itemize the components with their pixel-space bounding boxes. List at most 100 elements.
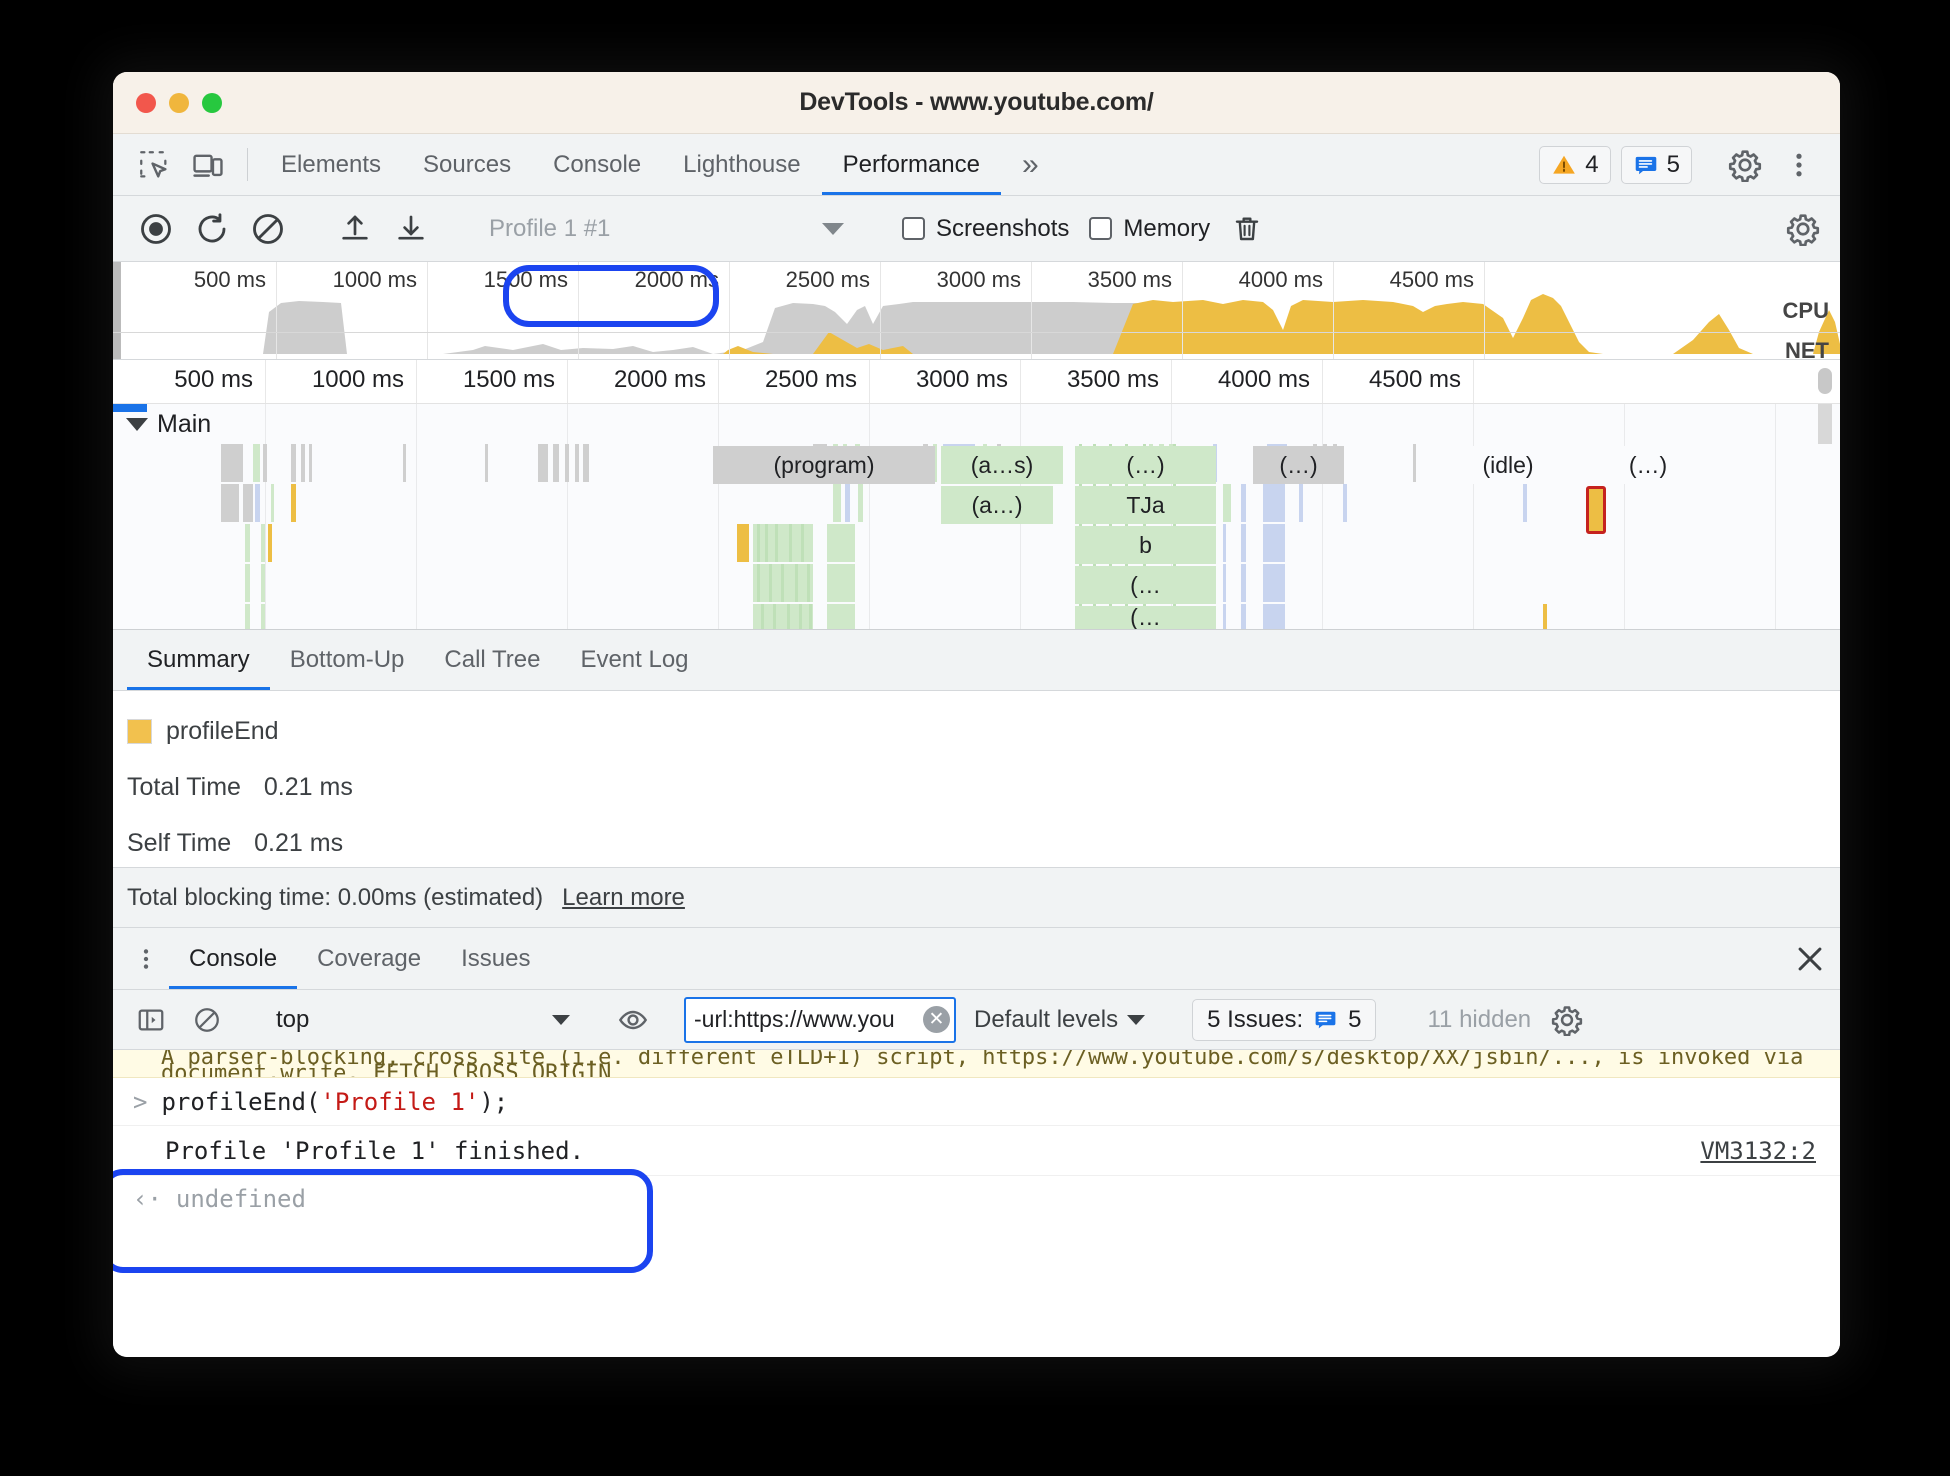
- capture-settings-gear-icon[interactable]: [1776, 202, 1830, 256]
- summary-row-self-time: Self Time 0.21 ms: [127, 829, 1840, 858]
- overview-tick-3: 2000 ms: [634, 267, 719, 292]
- ruler-tick-1: 1000 ms: [311, 366, 404, 393]
- flame-event-label: (…): [1279, 451, 1318, 478]
- issues-pill[interactable]: 5 Issues: 5: [1192, 998, 1377, 1041]
- flame-event[interactable]: (a…s): [941, 446, 1063, 484]
- log-levels-select[interactable]: Default levels: [974, 1005, 1146, 1034]
- flame-event-label: (program): [773, 451, 875, 478]
- reload-record-icon[interactable]: [185, 202, 239, 256]
- flamechart-group-main[interactable]: Main: [113, 404, 211, 444]
- tab-call-tree[interactable]: Call Tree: [424, 630, 560, 690]
- drawer-tab-console[interactable]: Console: [169, 928, 298, 989]
- tab-elements[interactable]: Elements: [260, 134, 402, 195]
- flame-event[interactable]: b: [1075, 526, 1216, 564]
- trash-icon[interactable]: [1220, 202, 1274, 256]
- live-expression-eye-icon[interactable]: [607, 997, 659, 1043]
- blocking-time-text: Total blocking time: 0.00ms (estimated): [127, 883, 544, 911]
- ruler-tick-6: 3500 ms: [1066, 366, 1159, 393]
- warnings-badge[interactable]: 4: [1539, 145, 1611, 184]
- execution-context-select[interactable]: top: [262, 997, 582, 1043]
- tab-summary[interactable]: Summary: [127, 630, 270, 690]
- console-sidebar-icon[interactable]: [125, 997, 177, 1043]
- tab-performance[interactable]: Performance: [821, 134, 1002, 195]
- console-return-value: undefined: [175, 1185, 306, 1213]
- console-output[interactable]: A parser-blocking, cross site (i.e. diff…: [113, 1050, 1840, 1357]
- flame-event[interactable]: (…): [1075, 446, 1216, 484]
- tab-bottom-up[interactable]: Bottom-Up: [270, 630, 425, 690]
- flame-event-label: (idle): [1482, 451, 1534, 478]
- message-bubble-icon: [1635, 156, 1656, 174]
- ruler-tick-5: 3000 ms: [915, 366, 1008, 393]
- upload-profile-icon[interactable]: [328, 202, 382, 256]
- drawer-kebab-menu-icon[interactable]: [123, 928, 169, 989]
- flamechart-scrollbar[interactable]: [1818, 404, 1832, 444]
- console-command-row[interactable]: > profileEnd( 'Profile 1' );: [113, 1078, 1840, 1126]
- flame-event[interactable]: (program): [713, 446, 935, 484]
- clear-console-icon[interactable]: [181, 997, 233, 1043]
- clear-icon[interactable]: [241, 202, 295, 256]
- info-badge[interactable]: 5: [1620, 145, 1692, 184]
- flamechart-group-label: Main: [157, 409, 212, 438]
- tab-lighthouse[interactable]: Lighthouse: [662, 134, 821, 195]
- cpu-label: CPU: [1782, 298, 1829, 323]
- performance-toolbar: Profile 1 #1 Screenshots Memory: [113, 196, 1840, 262]
- tab-event-log[interactable]: Event Log: [560, 630, 708, 690]
- ruler-tick-8: 4500 ms: [1368, 366, 1461, 393]
- console-settings-gear-icon[interactable]: [1541, 997, 1593, 1043]
- issues-label: 5 Issues:: [1207, 1005, 1304, 1033]
- flame-event-label: b: [1139, 531, 1152, 558]
- gear-icon[interactable]: [1718, 148, 1772, 182]
- selected-event-highlight[interactable]: [1586, 486, 1606, 534]
- flame-event[interactable]: (…: [1075, 606, 1216, 629]
- flamechart[interactable]: Main (program) (a…s) (…) (…) (idle) (…) …: [113, 404, 1840, 629]
- timeline-overview[interactable]: 500 ms 1000 ms 1500 ms 2000 ms 2500 ms 3…: [113, 262, 1840, 360]
- console-command-suffix: );: [479, 1087, 509, 1116]
- clear-input-icon[interactable]: ✕: [923, 1006, 950, 1033]
- log-levels-label: Default levels: [974, 1005, 1119, 1033]
- overview-tick-8: 4500 ms: [1389, 267, 1474, 292]
- overview-tick-7: 4000 ms: [1238, 267, 1323, 292]
- flamechart-ruler: 500 ms 1000 ms 1500 ms 2000 ms 2500 ms 3…: [113, 360, 1840, 404]
- flame-event[interactable]: (…): [1253, 446, 1344, 484]
- chevron-down-icon: [1127, 1014, 1146, 1025]
- memory-checkbox-box: [1089, 217, 1113, 240]
- console-result-row[interactable]: Profile 'Profile 1' finished. VM3132:2: [113, 1126, 1840, 1176]
- screenshots-checkbox-box: [902, 217, 925, 240]
- tab-sources[interactable]: Sources: [402, 134, 532, 195]
- drawer-tab-coverage[interactable]: Coverage: [297, 928, 441, 989]
- console-filter-input[interactable]: -url:https://www.you ✕: [684, 996, 956, 1043]
- console-return-row[interactable]: ‹· undefined: [113, 1176, 1840, 1222]
- close-icon[interactable]: [1780, 928, 1840, 989]
- download-profile-icon[interactable]: [384, 202, 438, 256]
- console-result-source-link[interactable]: VM3132:2: [1700, 1137, 1816, 1165]
- minimize-window-button[interactable]: [169, 93, 189, 113]
- inspect-element-icon[interactable]: [127, 134, 181, 195]
- issues-count: 5: [1348, 1005, 1362, 1033]
- record-icon[interactable]: [129, 202, 183, 256]
- learn-more-link[interactable]: Learn more: [562, 884, 685, 912]
- flame-event[interactable]: TJa: [1075, 486, 1216, 524]
- close-window-button[interactable]: [136, 93, 156, 113]
- window-traffic-lights[interactable]: [136, 93, 222, 113]
- summary-panel: profileEnd Total Time 0.21 ms Self Time …: [113, 691, 1840, 867]
- drawer-tabbar: Console Coverage Issues: [113, 928, 1840, 990]
- tab-console[interactable]: Console: [532, 134, 662, 195]
- flame-event[interactable]: (…: [1075, 566, 1216, 604]
- zoom-window-button[interactable]: [202, 93, 222, 113]
- device-toolbar-icon[interactable]: [181, 134, 235, 195]
- kebab-menu-icon[interactable]: [1772, 150, 1826, 180]
- flamechart-scrollbar-thumb[interactable]: [1818, 368, 1832, 394]
- memory-checkbox[interactable]: Memory: [1089, 215, 1210, 243]
- ruler-tick-3: 2000 ms: [613, 366, 706, 393]
- flame-event[interactable]: (a…): [941, 486, 1053, 524]
- ruler-tick-7: 4000 ms: [1217, 366, 1310, 393]
- more-tabs-chevron-icon[interactable]: »: [1001, 134, 1060, 195]
- flame-event[interactable]: (…): [1603, 446, 1693, 484]
- console-warning-row[interactable]: A parser-blocking, cross site (i.e. diff…: [113, 1050, 1840, 1078]
- profile-select-chevron-down-icon[interactable]: [807, 222, 859, 235]
- flame-event[interactable]: (idle): [1423, 446, 1593, 484]
- screenshots-checkbox[interactable]: Screenshots: [902, 215, 1069, 243]
- message-bubble-icon: [1315, 1011, 1336, 1029]
- drawer-tab-issues[interactable]: Issues: [441, 928, 550, 989]
- profile-select[interactable]: Profile 1 #1: [475, 206, 805, 251]
